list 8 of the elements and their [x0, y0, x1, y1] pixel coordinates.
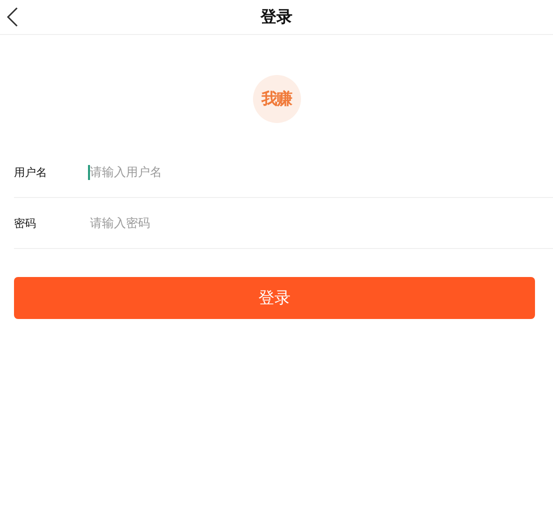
input-field[interactable]: 请输入密码 [90, 213, 553, 233]
login-button[interactable]: 登录 [14, 277, 535, 319]
field-label: 用户名 [14, 164, 48, 180]
input-field[interactable]: 请输入用户名 [90, 162, 553, 182]
page-title: 登录 [260, 6, 292, 28]
app-logo: 我赚 [252, 75, 300, 123]
field-label: 密码 [14, 216, 37, 230]
back-icon[interactable] [6, 7, 20, 27]
